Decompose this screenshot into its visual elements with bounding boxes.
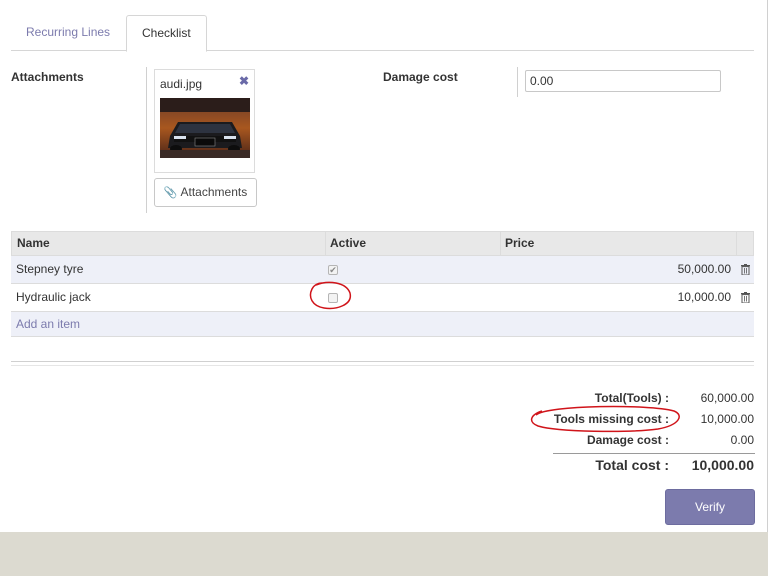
tab-checklist[interactable]: Checklist [126,15,207,52]
damage-cost-total-label: Damage cost : [586,433,669,447]
column-header-active[interactable]: Active [330,232,366,255]
attachments-label: Attachments [11,70,84,84]
column-separator [500,232,501,255]
trash-icon[interactable] [741,292,750,303]
attachment-thumbnail[interactable]: audi.jpg ✖ [154,69,255,173]
checklist-table: Name Active Price Stepney tyre ✔ 50,000.… [11,231,754,337]
tools-missing-cost-value: 10,000.00 [700,412,754,426]
close-icon[interactable]: ✖ [239,74,249,88]
damage-cost-total-value: 0.00 [730,433,754,447]
row-name: Hydraulic jack [16,290,91,304]
row-price: 50,000.00 [677,262,731,276]
column-separator [325,232,326,255]
column-header-price[interactable]: Price [505,232,534,255]
total-cost-value: 10,000.00 [691,457,754,473]
column-header-name[interactable]: Name [17,232,50,255]
total-tools-value: 60,000.00 [700,391,754,405]
car-photo [160,98,250,158]
total-cost-label: Total cost : [595,457,669,473]
tab-recurring-lines[interactable]: Recurring Lines [11,15,125,51]
active-checkbox-checked[interactable]: ✔ [328,265,338,275]
form-sheet: Recurring Lines Checklist Attachments au… [0,0,768,532]
row-price: 10,000.00 [677,290,731,304]
add-item-link[interactable]: Add an item [16,312,80,336]
table-row[interactable]: Stepney tyre ✔ 50,000.00 [11,256,754,284]
damage-cost-label: Damage cost [383,70,458,84]
damage-cost-input[interactable] [525,70,721,92]
add-item-row: Add an item [11,312,754,337]
attachment-file-name: audi.jpg [160,77,203,91]
divider [11,361,754,366]
divider [553,453,755,454]
notebook-tabs: Recurring Lines Checklist [11,15,754,52]
paperclip-icon: 📎 [163,187,178,199]
divider [517,67,518,97]
table-row[interactable]: Hydraulic jack 10,000.00 [11,284,754,312]
total-tools-label: Total(Tools) : [594,391,669,405]
attachments-button-label: Attachments [180,185,248,199]
attachments-button[interactable]: 📎 Attachments [154,178,257,207]
tools-missing-cost-label: Tools missing cost : [553,412,669,426]
trash-icon[interactable] [741,264,750,275]
active-checkbox-unchecked[interactable] [328,293,338,303]
column-separator [736,232,737,255]
divider [146,67,147,213]
table-header: Name Active Price [11,231,754,256]
row-name: Stepney tyre [16,262,84,276]
verify-button[interactable]: Verify [665,489,755,525]
